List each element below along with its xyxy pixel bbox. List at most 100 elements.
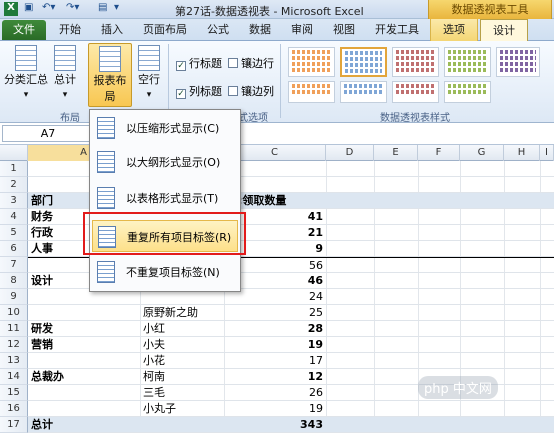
cell-b[interactable]: 小夫 [140, 337, 224, 353]
tab-developer[interactable]: 开发工具 [368, 19, 426, 41]
cell-c[interactable]: 25 [224, 305, 326, 321]
cell-c[interactable]: 12 [224, 369, 326, 385]
row-header[interactable]: 17 [0, 417, 28, 433]
column-headers-checkbox[interactable]: ✓ 列标题 [176, 83, 222, 99]
blank-rows-button[interactable]: 空行 ▾ [134, 45, 164, 100]
column-header-g[interactable]: G [460, 145, 504, 161]
save-icon[interactable]: ▣ [24, 2, 33, 16]
tab-review[interactable]: 审阅 [284, 19, 320, 41]
column-header-h[interactable]: H [504, 145, 540, 161]
qat-customize-icon[interactable]: ▾ [114, 2, 119, 16]
cell-a[interactable]: 总计 [28, 417, 140, 433]
undo-icon[interactable]: ↶▾ [42, 2, 55, 16]
redo-icon[interactable]: ↷▾ [66, 2, 79, 16]
tab-data[interactable]: 数据 [242, 19, 278, 41]
column-header-i[interactable]: I [540, 145, 554, 161]
cell-b[interactable] [140, 417, 224, 433]
column-headers: A B C D E F G H I [0, 145, 554, 161]
style-thumbnail[interactable] [444, 47, 491, 77]
cell-c[interactable]: 28 [224, 321, 326, 337]
row-headers-checkbox[interactable]: ✓ 行标题 [176, 55, 222, 71]
row-header[interactable]: 5 [0, 225, 28, 241]
menu-item-outline-form[interactable]: 以大纲形式显示(O) [92, 146, 238, 178]
row-header[interactable]: 3 [0, 193, 28, 209]
cell-c[interactable]: 26 [224, 385, 326, 401]
grand-total-button[interactable]: 总计 ▾ [50, 45, 80, 100]
tab-options[interactable]: 选项 [430, 19, 478, 41]
no-repeat-labels-icon [97, 261, 115, 283]
row-header[interactable]: 16 [0, 401, 28, 417]
cell-a[interactable]: 营销 [28, 337, 140, 353]
group-separator [168, 44, 169, 118]
row-header[interactable]: 2 [0, 177, 28, 193]
style-thumbnail[interactable] [340, 81, 387, 103]
row-header[interactable]: 4 [0, 209, 28, 225]
cell-b[interactable]: 小花 [140, 353, 224, 369]
cell-a[interactable] [28, 305, 140, 321]
tab-home[interactable]: 开始 [52, 19, 88, 41]
style-thumbnail[interactable] [392, 81, 439, 103]
banded-columns-label: 镶边列 [241, 85, 274, 98]
row-header[interactable]: 13 [0, 353, 28, 369]
style-thumbnail-selected[interactable] [340, 47, 387, 77]
table-row: 小丸子 19 [28, 401, 554, 417]
subtotal-button[interactable]: 分类汇总 ▾ [4, 45, 48, 100]
cell-c[interactable]: 17 [224, 353, 326, 369]
tab-insert[interactable]: 插入 [94, 19, 130, 41]
row-header[interactable]: 10 [0, 305, 28, 321]
layout-group-label: 布局 [60, 113, 80, 124]
cell-a[interactable] [28, 385, 140, 401]
checkbox-icon: ✓ [176, 61, 186, 71]
tab-file[interactable]: 文件 [2, 20, 46, 40]
menu-item-label: 以表格形式显示(T) [126, 192, 219, 205]
cell-c[interactable]: 19 [224, 337, 326, 353]
row-header[interactable]: 9 [0, 289, 28, 305]
row-header[interactable]: 6 [0, 241, 28, 257]
cell-c[interactable]: 19 [224, 401, 326, 417]
style-thumbnail[interactable] [392, 47, 439, 77]
window-title: 第27话-数据透视表 - Microsoft Excel [175, 5, 364, 18]
column-header-f[interactable]: F [418, 145, 460, 161]
cell-b[interactable]: 小红 [140, 321, 224, 337]
report-layout-button[interactable]: 报表布局▾ [88, 43, 132, 117]
column-header-d[interactable]: D [326, 145, 374, 161]
report-layout-icon [99, 46, 121, 72]
row-header[interactable]: 15 [0, 385, 28, 401]
cell-b[interactable]: 柯南 [140, 369, 224, 385]
banded-columns-checkbox[interactable]: 镶边列 [228, 83, 274, 99]
table-row: 研发 小红 28 [28, 321, 554, 337]
tab-design[interactable]: 设计 [480, 19, 528, 42]
cell-a[interactable]: 研发 [28, 321, 140, 337]
cell-b[interactable]: 小丸子 [140, 401, 224, 417]
row-header[interactable]: 11 [0, 321, 28, 337]
subtotal-label: 分类汇总 [4, 73, 48, 86]
style-thumbnail[interactable] [496, 47, 540, 77]
banded-rows-label: 镶边行 [241, 57, 274, 70]
style-thumbnail[interactable] [288, 47, 335, 77]
tab-view[interactable]: 视图 [326, 19, 362, 41]
excel-logo-icon: X [4, 2, 18, 16]
print-preview-icon[interactable]: ▤ [98, 2, 107, 16]
column-header-e[interactable]: E [374, 145, 418, 161]
cell-a[interactable]: 总裁办 [28, 369, 140, 385]
row-header[interactable]: 12 [0, 337, 28, 353]
menu-item-no-repeat-labels[interactable]: 不重复项目标签(N) [92, 256, 238, 288]
row-header[interactable]: 1 [0, 161, 28, 177]
banded-rows-checkbox[interactable]: 镶边行 [228, 55, 274, 71]
cell-a[interactable] [28, 401, 140, 417]
row-header[interactable]: 14 [0, 369, 28, 385]
name-box[interactable]: A7 [2, 125, 94, 142]
cell-b[interactable]: 原野新之助 [140, 305, 224, 321]
style-thumbnail[interactable] [444, 81, 491, 103]
style-thumbnail[interactable] [288, 81, 335, 103]
tab-formulas[interactable]: 公式 [200, 19, 236, 41]
row-header[interactable]: 7 [0, 257, 28, 273]
cell-a[interactable] [28, 353, 140, 369]
tab-page-layout[interactable]: 页面布局 [136, 19, 194, 41]
cell-b[interactable]: 三毛 [140, 385, 224, 401]
menu-item-tabular-form[interactable]: 以表格形式显示(T) [92, 182, 238, 214]
menu-item-compact-form[interactable]: 以压缩形式显示(C) [92, 112, 238, 144]
row-header[interactable]: 8 [0, 273, 28, 289]
cell-c[interactable]: 343 [224, 417, 326, 433]
select-all-corner[interactable] [0, 145, 28, 161]
